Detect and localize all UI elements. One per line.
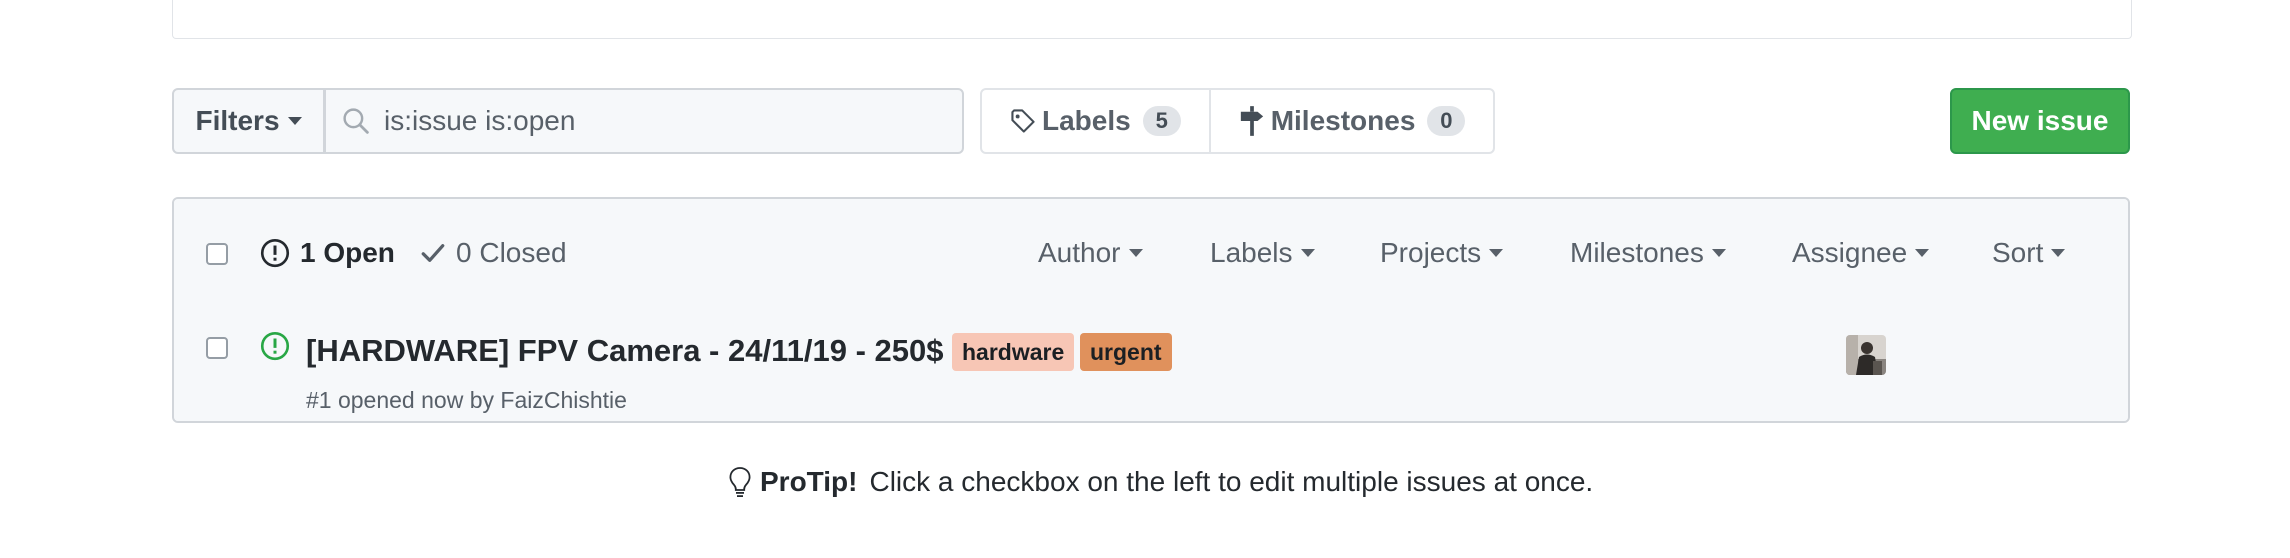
label-urgent[interactable]: urgent (1080, 333, 1172, 371)
closed-issues-filter[interactable]: 0 Closed (420, 237, 567, 269)
chevron-down-icon (1915, 249, 1930, 257)
author-filter-label: Author (1038, 237, 1121, 268)
filters-button[interactable]: Filters (172, 88, 324, 154)
open-issues-filter[interactable]: 1 Open (260, 237, 395, 269)
chevron-down-icon (1711, 249, 1726, 257)
search-box (324, 88, 964, 154)
author-filter[interactable]: Author (1038, 237, 1143, 269)
issue-meta: #1 opened now by FaizChishtie (306, 387, 627, 414)
chevron-down-icon (1300, 249, 1315, 257)
milestones-tab-label: Milestones (1270, 105, 1416, 136)
labels-tab-label: Labels (1042, 105, 1131, 136)
issue-opened-icon (260, 238, 290, 268)
search-icon (343, 108, 369, 134)
chevron-down-icon (1489, 249, 1504, 257)
chevron-down-icon (2051, 249, 2066, 257)
assignee-avatar[interactable] (1846, 335, 1886, 375)
lightbulb-icon (729, 467, 751, 497)
new-issue-button[interactable]: New issue (1950, 88, 2130, 154)
issues-list-header: 1 Open 0 Closed Author Labels Projects M… (174, 199, 2128, 309)
search-input[interactable] (384, 105, 944, 137)
protip-text: Click a checkbox on the left to edit mul… (869, 466, 1594, 497)
projects-filter[interactable]: Projects (1380, 237, 1504, 269)
select-all-checkbox[interactable] (206, 243, 228, 265)
protip-title: ProTip! (760, 466, 861, 498)
projects-filter-label: Projects (1380, 237, 1482, 268)
tag-icon (1011, 109, 1035, 133)
issue-meta-prefix: #1 opened now by (306, 387, 501, 413)
labels-filter-label: Labels (1210, 237, 1293, 268)
filters-button-label: Filters (195, 105, 280, 136)
issue-row: [HARDWARE] FPV Camera - 24/11/19 - 250$ … (174, 307, 2128, 421)
sort-filter-label: Sort (1992, 237, 2044, 268)
labels-milestones-nav: Labels 5 Milestones 0 (980, 88, 1496, 154)
sort-filter[interactable]: Sort (1992, 237, 2066, 269)
labels-count-badge: 5 (1142, 106, 1181, 136)
open-count-label: 1 Open (300, 237, 395, 268)
labels-filter[interactable]: Labels (1210, 237, 1315, 269)
issue-title-link[interactable]: [HARDWARE] FPV Camera - 24/11/19 - 250$ (306, 333, 943, 369)
assignee-filter-label: Assignee (1792, 237, 1908, 268)
chevron-down-icon (287, 117, 302, 125)
issue-author-link[interactable]: FaizChishtie (500, 387, 627, 413)
milestones-tab[interactable]: Milestones 0 (1208, 90, 1494, 152)
milestones-count-badge: 0 (1427, 106, 1466, 136)
assignee-filter[interactable]: Assignee (1792, 237, 1930, 269)
label-hardware[interactable]: hardware (952, 333, 1075, 371)
labels-tab[interactable]: Labels 5 (982, 90, 1209, 152)
milestone-icon (1240, 106, 1263, 136)
milestones-filter[interactable]: Milestones (1570, 237, 1726, 269)
issue-opened-icon (260, 331, 290, 361)
issue-select-checkbox[interactable] (206, 337, 228, 359)
chevron-down-icon (1128, 249, 1143, 257)
protip: ProTip! Click a checkbox on the left to … (728, 466, 1593, 498)
check-icon (421, 244, 445, 262)
milestones-filter-label: Milestones (1570, 237, 1704, 268)
issues-list: 1 Open 0 Closed Author Labels Projects M… (172, 197, 2130, 423)
protip-title-text: ProTip! (760, 466, 858, 497)
previous-panel-edge (172, 0, 2132, 39)
closed-count-label: 0 Closed (456, 237, 567, 268)
